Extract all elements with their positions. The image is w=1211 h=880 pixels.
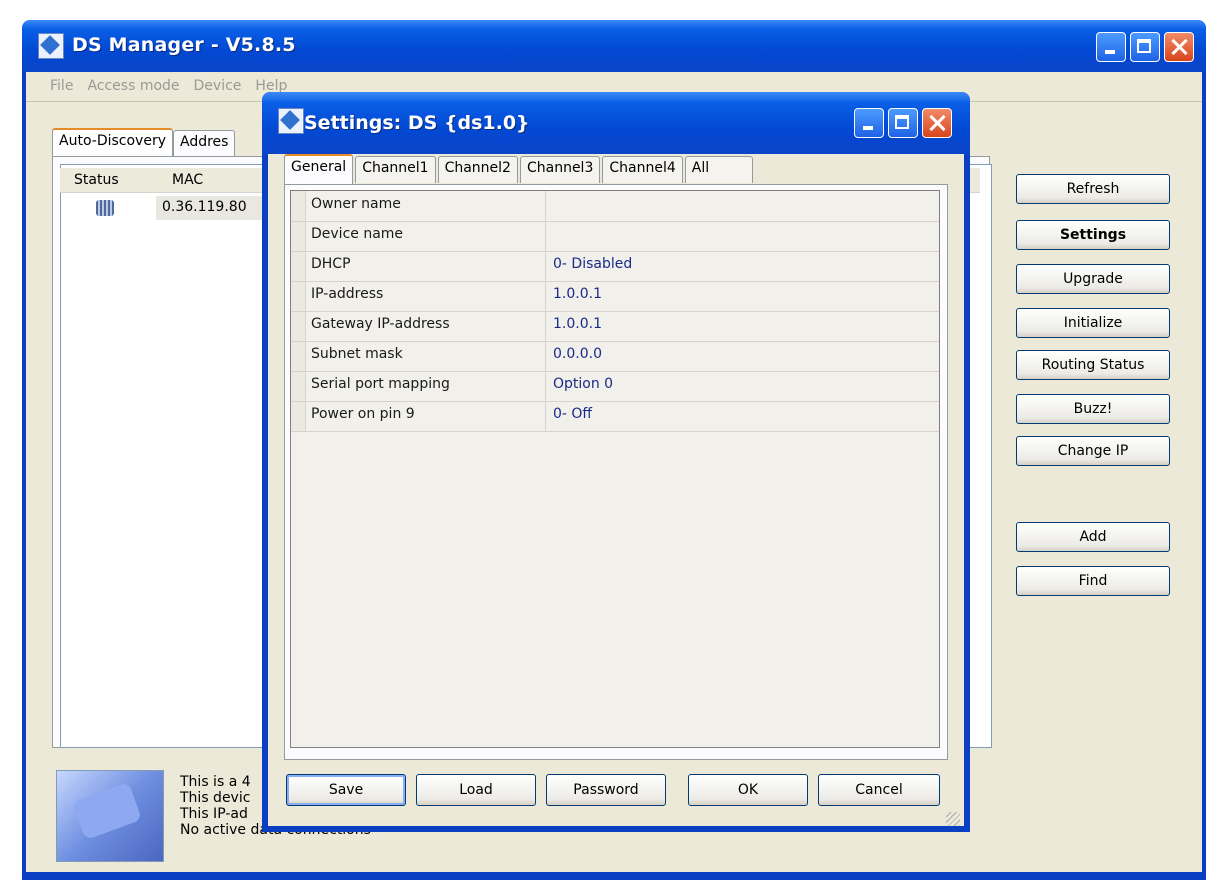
column-mac[interactable]: MAC — [172, 172, 203, 188]
settings-row-owner-name[interactable]: Owner name — [291, 191, 939, 222]
password-button[interactable]: Password — [546, 774, 666, 806]
buzz-button[interactable]: Buzz! — [1016, 394, 1170, 424]
device-status-icon — [96, 200, 114, 216]
maximize-icon[interactable] — [888, 108, 918, 138]
tab-channel3[interactable]: Channel3 — [519, 156, 601, 183]
menu-device[interactable]: Device — [192, 78, 244, 98]
menu-file[interactable]: File — [48, 78, 75, 98]
menu-access-mode[interactable]: Access mode — [85, 78, 181, 98]
initialize-button[interactable]: Initialize — [1016, 308, 1170, 338]
setting-value[interactable]: 0- Disabled — [553, 256, 632, 272]
setting-name: Owner name — [311, 196, 401, 212]
settings-row-device-name[interactable]: Device name — [291, 221, 939, 252]
setting-name: DHCP — [311, 256, 351, 272]
setting-value[interactable]: 1.0.0.1 — [553, 316, 602, 332]
app-icon — [38, 33, 64, 59]
resize-grip-icon[interactable] — [946, 812, 960, 826]
device-image — [56, 770, 164, 862]
setting-name: IP-address — [311, 286, 384, 302]
settings-row-subnet-mask[interactable]: Subnet mask 0.0.0.0 — [291, 341, 939, 372]
routing-status-button[interactable]: Routing Status — [1016, 350, 1170, 380]
ok-button[interactable]: OK — [688, 774, 808, 806]
upgrade-button[interactable]: Upgrade — [1016, 264, 1170, 294]
close-icon[interactable] — [922, 108, 952, 138]
refresh-button[interactable]: Refresh — [1016, 174, 1170, 204]
menu-bar: File Access mode Device Help — [48, 78, 289, 98]
settings-tabs: General Channel1 Channel2 Channel3 Chann… — [284, 154, 755, 186]
setting-value[interactable]: 1.0.0.1 — [553, 286, 602, 302]
save-button[interactable]: Save — [286, 774, 406, 806]
setting-name: Serial port mapping — [311, 376, 450, 392]
settings-row-gateway[interactable]: Gateway IP-address 1.0.0.1 — [291, 311, 939, 342]
minimize-icon[interactable] — [1096, 32, 1126, 62]
load-button[interactable]: Load — [416, 774, 536, 806]
dialog-icon — [278, 108, 304, 134]
main-title-bar[interactable]: DS Manager - V5.8.5 — [22, 20, 1206, 72]
add-button[interactable]: Add — [1016, 522, 1170, 552]
settings-grid: Owner name Device name DHCP 0- Disabled … — [290, 190, 940, 748]
settings-row-ip-address[interactable]: IP-address 1.0.0.1 — [291, 281, 939, 312]
minimize-icon[interactable] — [854, 108, 884, 138]
setting-value[interactable]: 0.0.0.0 — [553, 346, 602, 362]
change-ip-button[interactable]: Change IP — [1016, 436, 1170, 466]
column-status[interactable]: Status — [74, 172, 119, 188]
find-button[interactable]: Find — [1016, 566, 1170, 596]
setting-name: Subnet mask — [311, 346, 403, 362]
setting-value[interactable]: Option 0 — [553, 376, 613, 392]
setting-value[interactable]: 0- Off — [553, 406, 592, 422]
tab-channel2[interactable]: Channel2 — [437, 156, 518, 183]
setting-name: Device name — [311, 226, 404, 242]
settings-dialog-title: Settings: DS {ds1.0} — [304, 112, 530, 134]
tab-general[interactable]: General — [284, 154, 354, 186]
cancel-button[interactable]: Cancel — [818, 774, 940, 806]
settings-row-power-pin9[interactable]: Power on pin 9 0- Off — [291, 401, 939, 432]
setting-name: Power on pin 9 — [311, 406, 415, 422]
settings-row-serial-port-mapping[interactable]: Serial port mapping Option 0 — [291, 371, 939, 402]
settings-dialog-title-bar[interactable]: Settings: DS {ds1.0} — [262, 92, 970, 154]
tab-channel1[interactable]: Channel1 — [355, 156, 436, 183]
main-window-title: DS Manager - V5.8.5 — [72, 34, 296, 56]
setting-name: Gateway IP-address — [311, 316, 450, 332]
settings-button[interactable]: Settings — [1016, 220, 1170, 250]
tab-channel4[interactable]: Channel4 — [602, 156, 683, 183]
tab-all[interactable]: All — [684, 156, 753, 183]
close-icon[interactable] — [1164, 32, 1194, 62]
maximize-icon[interactable] — [1130, 32, 1160, 62]
tab-address[interactable]: Addres — [172, 130, 236, 157]
settings-row-dhcp[interactable]: DHCP 0- Disabled — [291, 251, 939, 282]
